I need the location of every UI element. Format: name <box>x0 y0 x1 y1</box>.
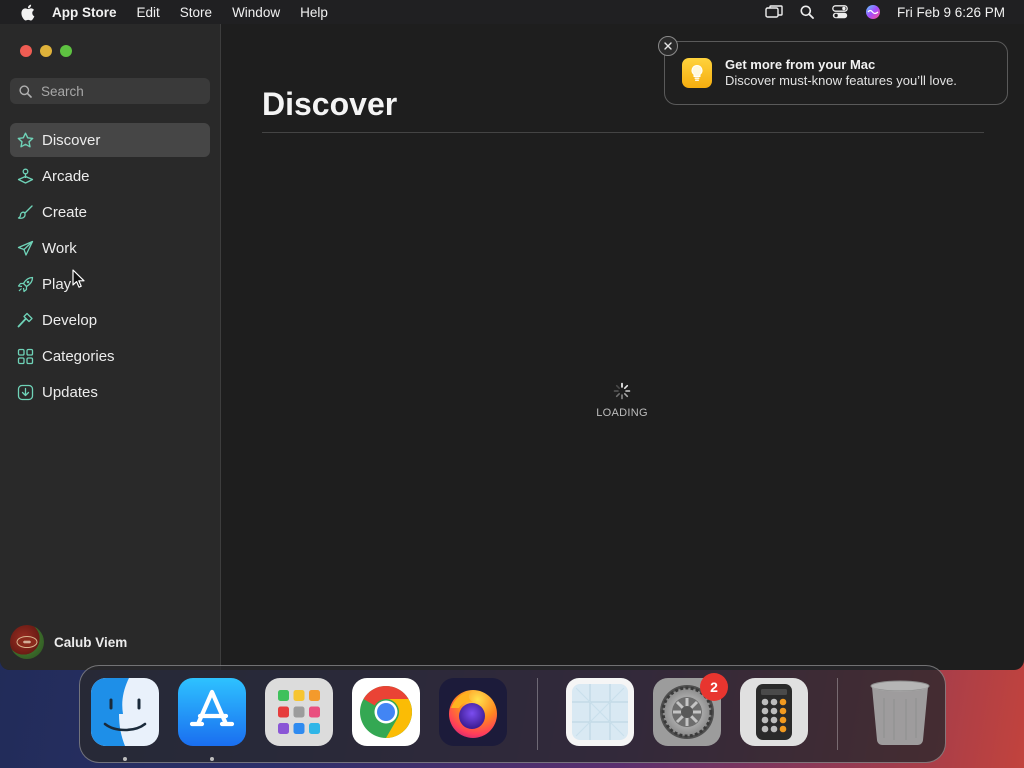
sidebar-item-updates[interactable]: Updates <box>10 375 210 409</box>
chrome-icon <box>352 678 420 746</box>
close-icon <box>664 42 672 50</box>
sidebar-item-play[interactable]: Play <box>10 267 210 301</box>
menu-store[interactable]: Store <box>180 5 212 20</box>
sidebar-item-label: Updates <box>42 383 98 401</box>
dock-finder[interactable] <box>91 678 159 746</box>
menu-edit[interactable]: Edit <box>137 5 160 20</box>
app-store-window: Discover Arcade Create Work <box>0 24 1024 670</box>
running-indicator <box>123 757 127 761</box>
sidebar: Discover Arcade Create Work <box>0 24 221 670</box>
notification-close-button[interactable] <box>658 36 678 56</box>
sidebar-item-create[interactable]: Create <box>10 195 210 229</box>
sidebar-item-label: Play <box>42 275 72 293</box>
mouse-cursor-icon <box>72 269 85 288</box>
close-window-button[interactable] <box>20 45 32 57</box>
loading-label: LOADING <box>596 407 648 419</box>
dock-launchpad[interactable] <box>265 678 333 746</box>
user-account-button[interactable]: Calub Viem <box>10 625 127 659</box>
paintbrush-icon <box>16 203 34 221</box>
notification-body: Discover must-know features you’ll love. <box>725 73 957 88</box>
dock: 2 <box>79 665 946 763</box>
sidebar-item-label: Develop <box>42 311 98 329</box>
dock-firefox[interactable] <box>439 678 507 746</box>
dock-app-store[interactable] <box>178 678 246 746</box>
dock-chrome[interactable] <box>352 678 420 746</box>
spotlight-search-icon[interactable] <box>798 3 816 21</box>
sidebar-item-work[interactable]: Work <box>10 231 210 265</box>
star-icon <box>16 131 34 149</box>
dock-separator <box>837 678 838 750</box>
menu-window[interactable]: Window <box>232 5 280 20</box>
avatar <box>10 625 44 659</box>
download-icon <box>16 383 34 401</box>
main-content: Discover LOADING <box>222 24 1024 670</box>
rocket-icon <box>16 275 34 293</box>
launchpad-icon <box>265 678 333 746</box>
search-input[interactable] <box>41 83 201 99</box>
fullscreen-window-button[interactable] <box>60 45 72 57</box>
calculator-icon <box>740 678 808 746</box>
notification-title: Get more from your Mac <box>725 57 876 72</box>
dock-preview[interactable] <box>566 678 634 746</box>
sidebar-item-develop[interactable]: Develop <box>10 303 210 337</box>
dock-calculator[interactable] <box>740 678 808 746</box>
preview-icon <box>566 678 634 746</box>
menu-bar-clock[interactable]: Fri Feb 9 6:26 PM <box>897 5 1005 20</box>
notification-badge: 2 <box>700 673 728 701</box>
screen-mirroring-icon[interactable] <box>765 3 783 21</box>
sidebar-item-discover[interactable]: Discover <box>10 123 210 157</box>
search-icon <box>19 84 33 98</box>
trash-icon <box>870 680 930 745</box>
search-field[interactable] <box>10 78 210 104</box>
menu-app-name[interactable]: App Store <box>52 5 117 20</box>
hammer-icon <box>16 311 34 329</box>
grid-squares-icon <box>16 347 34 365</box>
sidebar-item-label: Work <box>42 239 77 257</box>
sidebar-item-label: Categories <box>42 347 115 365</box>
running-indicator <box>210 757 214 761</box>
sidebar-item-label: Discover <box>42 131 101 149</box>
menu-help[interactable]: Help <box>300 5 328 20</box>
menu-bar: App Store Edit Store Window Help Fri Feb… <box>0 0 1024 24</box>
notification-text: Get more from your Mac Discover must-kno… <box>725 57 957 89</box>
sidebar-item-label: Arcade <box>42 167 90 185</box>
app-store-icon <box>178 678 246 746</box>
notification-banner[interactable]: Get more from your Mac Discover must-kno… <box>664 41 1008 105</box>
siri-icon[interactable] <box>864 3 882 21</box>
user-name: Calub Viem <box>54 634 128 650</box>
page-title: Discover <box>262 86 398 122</box>
tips-lightbulb-icon <box>682 58 712 88</box>
firefox-icon <box>439 678 507 746</box>
finder-icon <box>91 678 159 746</box>
sidebar-item-categories[interactable]: Categories <box>10 339 210 373</box>
minimize-window-button[interactable] <box>40 45 52 57</box>
sidebar-nav: Discover Arcade Create Work Play Develop… <box>10 123 210 411</box>
loading-indicator: LOADING <box>582 382 662 419</box>
dock-trash[interactable] <box>866 678 934 746</box>
apple-logo-icon[interactable] <box>18 3 36 21</box>
title-divider <box>262 132 984 133</box>
sidebar-item-arcade[interactable]: Arcade <box>10 159 210 193</box>
control-center-icon[interactable] <box>831 3 849 21</box>
joystick-icon <box>16 167 34 185</box>
paper-plane-icon <box>16 239 34 257</box>
menu-bar-status-area: Fri Feb 9 6:26 PM <box>765 0 1024 24</box>
sidebar-item-label: Create <box>42 203 88 221</box>
dock-separator <box>537 678 538 750</box>
spinner-icon <box>613 382 631 400</box>
